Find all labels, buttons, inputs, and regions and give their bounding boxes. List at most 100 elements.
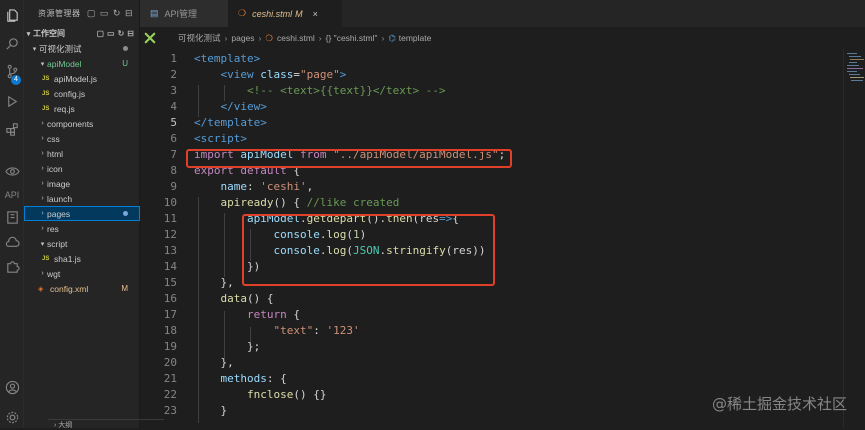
tree-file-item[interactable]: JS apiModel.js — [24, 71, 140, 86]
chevron-down-icon: ▾ — [40, 60, 45, 68]
run-debug-icon[interactable] — [3, 92, 21, 110]
line-number: 12 — [163, 228, 177, 241]
code-token: }, — [220, 356, 234, 369]
line-number: 8 — [170, 164, 177, 177]
file-icon: ▤ — [150, 8, 159, 18]
breadcrumb-item[interactable]: ceshi.stml — [277, 33, 315, 43]
cloud-icon[interactable] — [3, 233, 21, 251]
code-token: <script> — [194, 132, 247, 145]
new-folder-icon[interactable]: ▭ — [100, 8, 109, 19]
tree-item-label: config.xml — [50, 283, 89, 294]
new-file-icon[interactable]: ▢ — [87, 8, 96, 19]
tree-folder-item[interactable]: › components — [24, 116, 140, 131]
new-file-icon[interactable]: ▢ — [96, 29, 104, 38]
tree-file-item[interactable]: ◈ config.xml M — [24, 281, 140, 296]
watermark: @稀土掘金技术社区 — [711, 395, 847, 413]
refresh-icon[interactable]: ↻ — [113, 8, 121, 19]
chevron-down-icon: ▾ — [40, 240, 45, 248]
puzzle-icon[interactable] — [3, 257, 21, 275]
tree-item-label: apiModel.js — [54, 73, 97, 84]
tree-folder-item[interactable]: › pages — [24, 206, 140, 221]
code-token: { — [293, 308, 300, 321]
extensions-icon[interactable] — [3, 120, 21, 138]
code-token: "text" — [273, 324, 314, 337]
tree-folder-item[interactable]: › launch — [24, 191, 140, 206]
breadcrumb-item[interactable]: {} "ceshi.stml" — [326, 33, 378, 43]
account-icon[interactable] — [3, 378, 21, 396]
line-number: 2 — [170, 68, 177, 81]
app-logo-icon — [144, 32, 156, 44]
refresh-icon[interactable]: ↻ — [118, 29, 125, 38]
breadcrumb-item[interactable]: 可视化测试 — [178, 32, 221, 44]
document-icon[interactable] — [3, 208, 21, 226]
chevron-right-icon: › — [41, 270, 44, 277]
code-token: , — [306, 180, 314, 193]
project-label: 可视化测试 — [39, 43, 82, 54]
modified-dot — [123, 46, 128, 51]
tree-file-item[interactable]: JS sha1.js — [24, 251, 140, 266]
js-file-icon: JS — [42, 105, 50, 112]
tree-folder-item[interactable]: › icon — [24, 161, 140, 176]
workspace-section[interactable]: ▾ 工作空间 ▢ ▭ ↻ ⊟ — [24, 26, 140, 41]
tree-item-label: script — [47, 238, 68, 249]
minimap[interactable] — [843, 49, 865, 428]
code-line-17: return { — [194, 308, 300, 321]
tree-folder-item[interactable]: ▾ apiModel U — [24, 56, 140, 71]
code-token: () { — [273, 196, 307, 209]
breadcrumb-item[interactable]: pages — [231, 33, 254, 43]
tree-folder-item[interactable]: › res — [24, 221, 140, 236]
eye-icon[interactable] — [3, 162, 21, 180]
collapse-all-icon[interactable]: ⊟ — [127, 29, 134, 38]
line-number: 9 — [170, 180, 177, 193]
xml-file-icon: ◈ — [38, 285, 44, 293]
js-file-icon: JS — [42, 255, 50, 262]
breadcrumb-item[interactable]: template — [399, 33, 432, 43]
project-folder[interactable]: ▾ 可视化测试 — [24, 41, 140, 56]
code-line-16: data() { — [194, 292, 274, 305]
tree-item-label: css — [47, 133, 60, 144]
activity-bar: 4 API — [0, 0, 24, 428]
tree-folder-item[interactable]: › html — [24, 146, 140, 161]
highlight-box-api-call — [242, 214, 495, 286]
collapse-all-icon[interactable]: ⊟ — [125, 8, 133, 19]
line-number: 17 — [163, 308, 177, 321]
settings-icon[interactable] — [3, 408, 21, 426]
editor-tabs: ▤ API管理 ❍ ceshi.stml M × — [140, 0, 865, 27]
tree-folder-item[interactable]: ▾ script — [24, 236, 140, 251]
tree-item-label: html — [47, 148, 64, 159]
tree-item-label: req.js — [54, 103, 75, 114]
highlight-box-import — [186, 149, 512, 168]
code-line-9: name: 'ceshi', — [194, 180, 314, 193]
close-icon[interactable]: × — [313, 9, 318, 19]
tree-file-item[interactable]: JS config.js — [24, 86, 140, 101]
line-number: 13 — [163, 244, 177, 257]
line-number: 22 — [163, 388, 177, 401]
tree-folder-item[interactable]: › image — [24, 176, 140, 191]
element-icon: ⌬ — [388, 32, 396, 43]
explorer-sidebar: 资源管理器 ▢ ▭ ↻ ⊟ ▾ 工作空间 ▢ ▭ ↻ ⊟ ▾ 可视化测试 ▾ ap… — [24, 0, 164, 429]
api-icon[interactable]: API — [3, 186, 21, 204]
chevron-right-icon: › — [381, 33, 385, 43]
tree-file-item[interactable]: JS req.js — [24, 101, 140, 116]
code-line-20: }, — [194, 356, 234, 369]
tab-ceshi-stml[interactable]: ❍ ceshi.stml M × — [228, 0, 342, 27]
minimap-line — [850, 59, 864, 60]
tab-api-manager[interactable]: ▤ API管理 — [140, 0, 228, 27]
line-number: 5 — [170, 116, 177, 129]
code-editor[interactable]: 1 2 3 4 5 6 7 8 9 10 11 12 13 14 15 16 17 18 19 20 21 22 23 <t… — [140, 49, 865, 428]
tab-label: API管理 — [164, 9, 198, 19]
search-icon[interactable] — [3, 34, 21, 52]
explorer-header: 资源管理器 ▢ ▭ ↻ ⊟ — [24, 0, 139, 26]
new-folder-icon[interactable]: ▭ — [107, 29, 115, 38]
line-number: 15 — [163, 276, 177, 289]
code-token: } — [220, 404, 228, 417]
tree-folder-item[interactable]: › css — [24, 131, 140, 146]
code-token: = — [293, 68, 300, 81]
minimap-line — [847, 68, 863, 69]
minimap-line — [850, 77, 864, 78]
line-number: 11 — [163, 212, 177, 225]
files-icon[interactable] — [3, 6, 21, 24]
code-token: > — [339, 68, 347, 81]
scm-badge: 4 — [11, 75, 21, 85]
tree-folder-item[interactable]: › wgt — [24, 266, 140, 281]
